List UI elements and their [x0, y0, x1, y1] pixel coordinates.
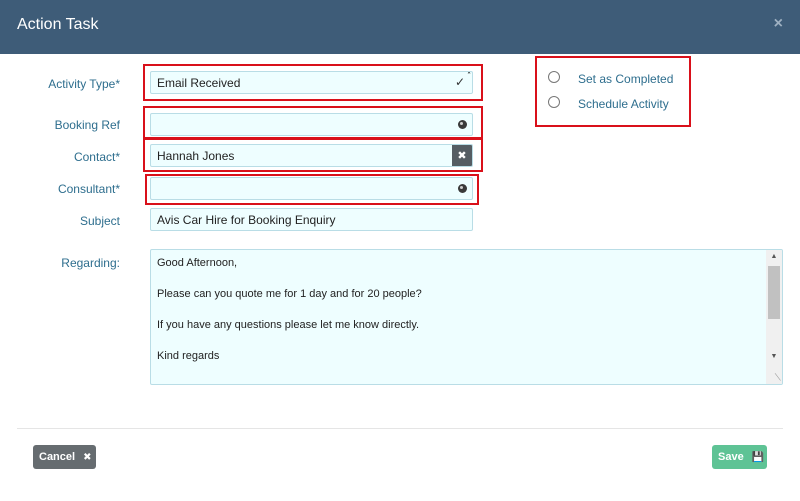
save-disk-icon: 💾 [751, 451, 765, 463]
contact-label: Contact* [73, 150, 120, 164]
modal-header: Action Task × [0, 0, 800, 54]
highlight-box-consultant [145, 174, 479, 205]
highlight-box-options [535, 56, 691, 127]
cancel-button-label: Cancel [39, 451, 76, 463]
subject-input[interactable]: Avis Car Hire for Booking Enquiry [150, 208, 473, 231]
footer-divider [17, 428, 783, 429]
textarea-scrollbar[interactable]: ▲ ▼ [766, 250, 782, 384]
regarding-line: Kind regards [157, 350, 220, 362]
scroll-down-arrow-icon[interactable]: ▼ [766, 350, 782, 364]
highlight-box-contact [143, 137, 483, 172]
activity-type-label: Activity Type* [48, 77, 120, 91]
regarding-label: Regarding: [61, 256, 120, 270]
regarding-line: Good Afternoon, [157, 257, 238, 269]
consultant-label: Consultant* [57, 182, 120, 196]
booking-ref-label: Booking Ref [54, 118, 120, 132]
cancel-button[interactable]: Cancel ✖ [33, 445, 96, 469]
save-button-label: Save [718, 451, 744, 463]
highlight-box-booking-ref [143, 106, 483, 140]
close-x-icon: ✖ [83, 451, 92, 463]
close-icon[interactable]: × [774, 15, 783, 33]
subject-value: Avis Car Hire for Booking Enquiry [157, 213, 336, 227]
scroll-up-arrow-icon[interactable]: ▲ [766, 250, 782, 264]
regarding-textarea[interactable]: Good Afternoon, Please can you quote me … [150, 249, 783, 385]
dialog-title: Action Task [17, 16, 99, 33]
regarding-line: If you have any questions please let me … [157, 319, 420, 331]
subject-label: Subject [79, 214, 120, 228]
highlight-box-activity-type [143, 64, 483, 101]
save-button[interactable]: Save 💾 [712, 445, 767, 469]
regarding-line: Please can you quote me for 1 day and fo… [157, 288, 422, 300]
scrollbar-thumb[interactable] [768, 266, 780, 319]
